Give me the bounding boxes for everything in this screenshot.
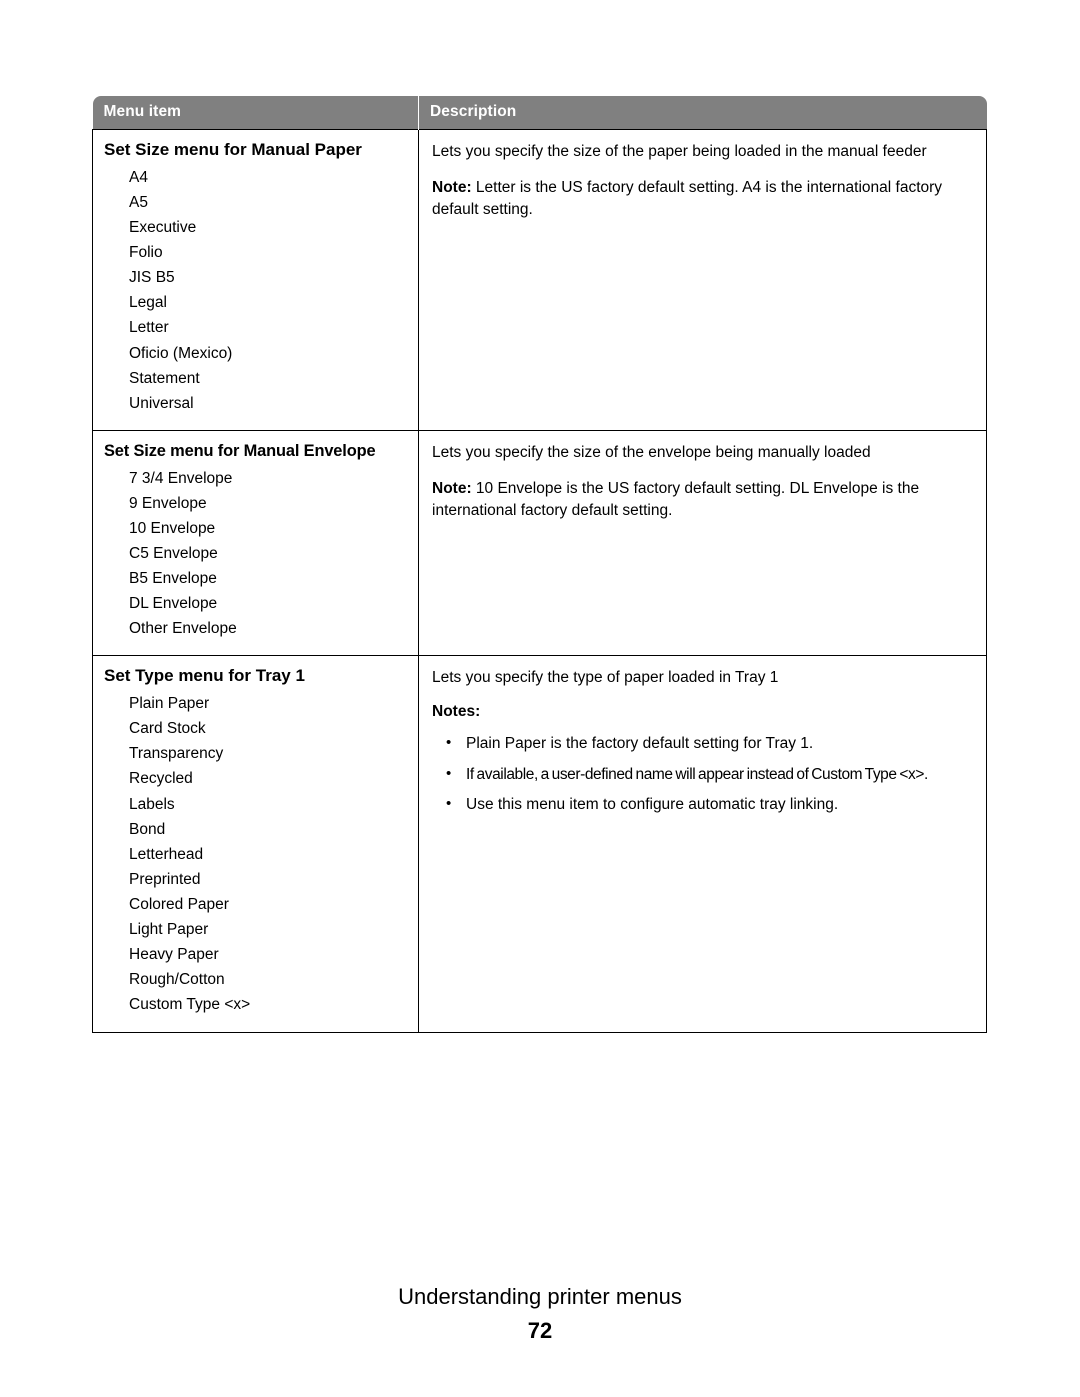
list-item: Transparency bbox=[129, 745, 224, 763]
note-label: Note: bbox=[432, 179, 472, 196]
description-text: Lets you specify the size of the paper b… bbox=[432, 143, 927, 160]
printer-menu-table: Menu item Description Set Size menu for … bbox=[92, 96, 987, 1033]
list-item: Light Paper bbox=[129, 921, 209, 939]
list-item: A4 bbox=[129, 168, 148, 186]
menu-item-cell: Set Type menu for Tray 1 Plain Paper Car… bbox=[92, 655, 419, 1033]
list-item: DL Envelope bbox=[129, 595, 218, 613]
list-item: If available, a user-defined name will a… bbox=[446, 763, 972, 786]
description-note: Note: Letter is the US factory default s… bbox=[432, 177, 972, 221]
note-text: Letter is the US factory default setting… bbox=[432, 179, 943, 218]
list-item: Rough/Cotton bbox=[129, 971, 225, 989]
list-item: Legal bbox=[129, 294, 167, 312]
menu-item-title: Set Type menu for Tray 1 bbox=[104, 666, 305, 686]
list-item: Universal bbox=[129, 394, 194, 412]
list-item: Recycled bbox=[129, 770, 193, 788]
list-item: Colored Paper bbox=[129, 895, 229, 913]
list-item: Plain Paper is the factory default setti… bbox=[446, 732, 972, 755]
list-item: Plain Paper bbox=[129, 695, 210, 713]
description-cell: Lets you specify the size of the paper b… bbox=[418, 129, 987, 431]
menu-item-cell: Set Size menu for Manual Envelope 7 3/4 … bbox=[92, 429, 419, 657]
list-item: Folio bbox=[129, 244, 163, 262]
notes-label: Notes: bbox=[432, 703, 481, 721]
footer-section-title: Understanding printer menus bbox=[398, 1284, 682, 1309]
list-item: Card Stock bbox=[129, 720, 206, 738]
list-item: Statement bbox=[129, 369, 200, 387]
list-item: A5 bbox=[129, 193, 148, 211]
notes-list: Plain Paper is the factory default setti… bbox=[432, 732, 972, 816]
menu-option-list: A4 A5 Executive Folio JIS B5 Legal Lette… bbox=[104, 165, 412, 416]
list-item: Bond bbox=[129, 820, 166, 838]
list-item: C5 Envelope bbox=[129, 544, 218, 562]
table-header-row: Menu item Description bbox=[92, 96, 987, 130]
table-header: Menu item Description bbox=[92, 96, 987, 130]
menu-option-list: 7 3/4 Envelope 9 Envelope 10 Envelope C5… bbox=[104, 466, 412, 642]
description-text: Lets you specify the type of paper loade… bbox=[432, 669, 779, 687]
page-footer: Understanding printer menus 72 bbox=[0, 1284, 1080, 1344]
list-item: 9 Envelope bbox=[129, 494, 207, 512]
list-item: Custom Type <x> bbox=[129, 996, 251, 1014]
table-row: Set Size menu for Manual Paper A4 A5 Exe… bbox=[92, 129, 987, 431]
list-item: 7 3/4 Envelope bbox=[129, 469, 233, 487]
table-body: Set Size menu for Manual Paper A4 A5 Exe… bbox=[92, 129, 987, 1033]
list-item: Letter bbox=[129, 319, 169, 337]
description-note: Note: 10 Envelope is the US factory defa… bbox=[432, 478, 972, 522]
description-cell: Lets you specify the size of the envelop… bbox=[418, 429, 987, 657]
description-text: Lets you specify the size of the envelop… bbox=[432, 443, 871, 461]
note-label: Note: bbox=[432, 479, 472, 497]
list-item: Executive bbox=[129, 218, 197, 236]
menu-item-title: Set Size menu for Manual Envelope bbox=[104, 440, 376, 460]
menu-option-list: Plain Paper Card Stock Transparency Recy… bbox=[104, 691, 412, 1017]
list-item: Other Envelope bbox=[129, 620, 237, 638]
list-item: B5 Envelope bbox=[129, 570, 217, 588]
list-item: Letterhead bbox=[129, 845, 204, 863]
list-item: Oficio (Mexico) bbox=[129, 344, 233, 362]
list-item: Use this menu item to configure automati… bbox=[446, 793, 972, 816]
list-item: JIS B5 bbox=[129, 269, 175, 287]
description-cell: Lets you specify the type of paper loade… bbox=[418, 655, 987, 1033]
menu-item-cell: Set Size menu for Manual Paper A4 A5 Exe… bbox=[92, 129, 419, 431]
table-row: Set Type menu for Tray 1 Plain Paper Car… bbox=[92, 655, 987, 1033]
table-row: Set Size menu for Manual Envelope 7 3/4 … bbox=[92, 429, 987, 657]
column-header-menu-item: Menu item bbox=[92, 96, 419, 130]
list-item: Labels bbox=[129, 795, 175, 813]
footer-page-number: 72 bbox=[527, 1318, 553, 1344]
menu-item-title: Set Size menu for Manual Paper bbox=[104, 140, 362, 159]
note-text: 10 Envelope is the US factory default se… bbox=[432, 479, 920, 519]
column-header-description: Description bbox=[418, 96, 987, 130]
list-item: 10 Envelope bbox=[129, 519, 216, 537]
list-item: Heavy Paper bbox=[129, 946, 219, 964]
list-item: Preprinted bbox=[129, 870, 201, 888]
